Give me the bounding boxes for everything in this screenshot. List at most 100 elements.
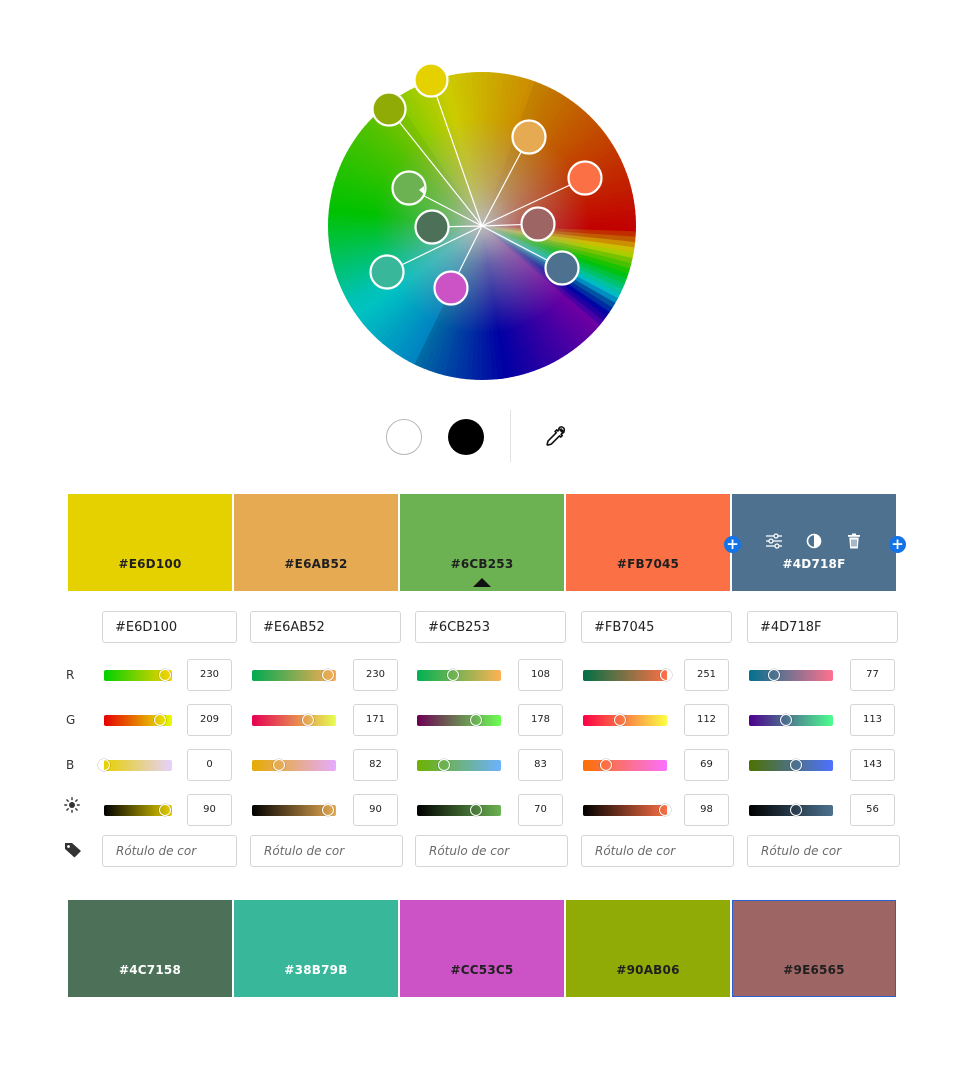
slider-knob[interactable]	[613, 714, 626, 726]
red-slider[interactable]	[583, 669, 672, 681]
blue-value-box[interactable]: 143	[850, 749, 895, 781]
blue-value-box[interactable]: 0	[187, 749, 232, 781]
green-value-box[interactable]: 209	[187, 704, 232, 736]
green-value-box[interactable]: 112	[684, 704, 729, 736]
slider-knob[interactable]	[659, 804, 672, 816]
hex-input[interactable]: #FB7045	[581, 611, 732, 643]
blue-slider[interactable]	[252, 759, 336, 771]
blue-slider[interactable]	[583, 759, 667, 771]
slider-knob[interactable]	[159, 669, 172, 681]
brightness-value-box[interactable]: 98	[684, 794, 729, 826]
extra-swatch[interactable]: #4C7158	[68, 900, 232, 997]
wheel-marker[interactable]	[433, 270, 469, 306]
slider-knob[interactable]	[153, 714, 166, 726]
blue-value-box[interactable]: 83	[518, 749, 563, 781]
red-value-box[interactable]: 251	[684, 659, 729, 691]
green-slider[interactable]	[583, 714, 667, 726]
wheel-marker[interactable]	[414, 209, 450, 245]
red-slider[interactable]	[749, 669, 833, 681]
palette-swatch[interactable]: #E6AB52	[234, 494, 398, 591]
white-swatch-button[interactable]	[386, 419, 422, 455]
hex-input[interactable]: #6CB253	[415, 611, 566, 643]
wheel-marker[interactable]	[371, 91, 407, 127]
slider-knob[interactable]	[469, 804, 482, 816]
palette-swatch[interactable]: #4D718F	[732, 494, 896, 591]
slider-knob[interactable]	[659, 669, 672, 681]
eyedropper-icon[interactable]	[540, 423, 570, 453]
slider-knob[interactable]	[159, 804, 172, 816]
slider-knob[interactable]	[446, 669, 459, 681]
wheel-marker[interactable]	[413, 62, 449, 98]
brightness-value-box[interactable]: 90	[187, 794, 232, 826]
green-slider[interactable]	[749, 714, 833, 726]
hex-input[interactable]: #E6D100	[102, 611, 237, 643]
trash-icon[interactable]	[845, 532, 863, 550]
wheel-marker[interactable]	[520, 206, 556, 242]
extra-swatch[interactable]: #90AB06	[566, 900, 730, 997]
wheel-marker[interactable]	[391, 170, 427, 206]
color-label-input[interactable]: Rótulo de cor	[581, 835, 734, 867]
slider-knob[interactable]	[768, 669, 781, 681]
color-wheel-canvas[interactable]	[308, 52, 656, 400]
palette-swatch[interactable]: #FB7045	[566, 494, 730, 591]
blue-value-box[interactable]: 69	[684, 749, 729, 781]
slider-knob[interactable]	[438, 759, 451, 771]
add-swatch-right-button[interactable]: +	[889, 536, 906, 553]
color-label-input[interactable]: Rótulo de cor	[102, 835, 237, 867]
red-slider[interactable]	[104, 669, 172, 681]
color-label-input[interactable]: Rótulo de cor	[747, 835, 900, 867]
color-label-input[interactable]: Rótulo de cor	[250, 835, 403, 867]
slider-knob[interactable]	[321, 669, 334, 681]
blue-slider[interactable]	[98, 759, 172, 771]
wheel-marker[interactable]	[511, 119, 547, 155]
brightness-value-box[interactable]: 56	[850, 794, 895, 826]
slider-knob[interactable]	[780, 714, 793, 726]
hex-input[interactable]: #E6AB52	[250, 611, 401, 643]
adjust-sliders-icon[interactable]	[765, 532, 783, 550]
hex-input[interactable]: #4D718F	[747, 611, 898, 643]
brightness-slider[interactable]	[104, 804, 172, 816]
green-slider[interactable]	[104, 714, 172, 726]
brightness-value-box[interactable]: 90	[353, 794, 398, 826]
color-label-input[interactable]: Rótulo de cor	[415, 835, 568, 867]
red-value-box[interactable]: 230	[353, 659, 398, 691]
brightness-slider[interactable]	[749, 804, 833, 816]
slider-knob[interactable]	[790, 759, 803, 771]
wheel-marker[interactable]	[567, 160, 603, 196]
black-swatch-button[interactable]	[448, 419, 484, 455]
green-slider[interactable]	[417, 714, 501, 726]
brightness-value-box[interactable]: 70	[518, 794, 563, 826]
brightness-slider[interactable]	[417, 804, 501, 816]
extra-swatch[interactable]: #9E6565	[732, 900, 896, 997]
red-value-box[interactable]: 108	[518, 659, 563, 691]
brightness-slider[interactable]	[252, 804, 336, 816]
color-wheel[interactable]	[328, 62, 636, 380]
slider-knob[interactable]	[302, 714, 315, 726]
slider-knob[interactable]	[273, 759, 285, 771]
blue-slider[interactable]	[417, 759, 501, 771]
slider-knob[interactable]	[599, 759, 612, 771]
red-slider[interactable]	[417, 669, 501, 681]
red-value-box[interactable]: 77	[850, 659, 895, 691]
slider-knob[interactable]	[98, 759, 110, 771]
slider-knob[interactable]	[790, 804, 803, 816]
contrast-icon[interactable]	[805, 532, 823, 550]
blue-slider[interactable]	[749, 759, 833, 771]
brightness-slider[interactable]	[583, 804, 672, 816]
extra-swatch[interactable]: #38B79B	[234, 900, 398, 997]
blue-value-box[interactable]: 82	[353, 749, 398, 781]
wheel-marker[interactable]	[544, 250, 580, 286]
green-value-box[interactable]: 178	[518, 704, 563, 736]
green-value-box[interactable]: 113	[850, 704, 895, 736]
slider-knob[interactable]	[321, 804, 334, 816]
green-value-box[interactable]: 171	[353, 704, 398, 736]
red-value-box[interactable]: 230	[187, 659, 232, 691]
add-swatch-left-button[interactable]: +	[724, 536, 741, 553]
palette-swatch[interactable]: #6CB253	[400, 494, 564, 591]
extra-swatch[interactable]: #CC53C5	[400, 900, 564, 997]
slider-knob[interactable]	[469, 714, 482, 726]
red-slider[interactable]	[252, 669, 336, 681]
green-slider[interactable]	[252, 714, 336, 726]
palette-swatch[interactable]: #E6D100	[68, 494, 232, 591]
wheel-marker[interactable]	[369, 254, 405, 290]
